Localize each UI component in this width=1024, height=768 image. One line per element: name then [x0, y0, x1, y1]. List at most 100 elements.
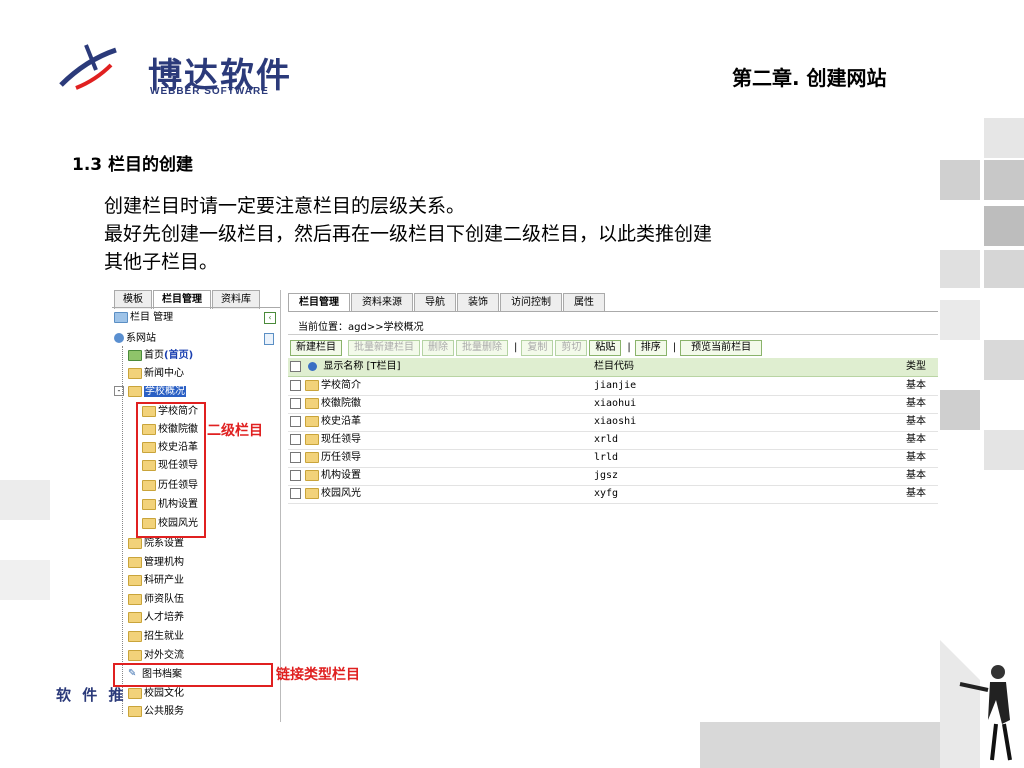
col-code[interactable]: 栏目代码 [594, 358, 634, 376]
right-panel-tabs: 栏目管理 资料来源 导航 装饰 访问控制 属性 [288, 293, 606, 312]
select-all-checkbox[interactable] [290, 360, 301, 372]
breadcrumb: 当前位置：agd>>学校概况 [298, 322, 424, 333]
tree-item-label: 师资队伍 [144, 594, 184, 605]
row-type: 基本 [906, 470, 926, 481]
tree-item[interactable]: 管理机构 [128, 555, 184, 571]
toolbar-separator: | [672, 342, 677, 353]
copy-button[interactable]: 复制 [521, 340, 554, 356]
tree-line-main [122, 346, 123, 714]
second-level-label: 二级栏目 [207, 423, 263, 439]
expand-icon[interactable]: - [114, 386, 124, 396]
toolbar: 新建栏目 批量新建栏目 删除 批量删除 | 复制 剪切 粘贴 | 排序 | 预览当前栏目 [290, 340, 764, 356]
tab-properties[interactable]: 属性 [563, 293, 605, 312]
row-checkbox[interactable] [290, 487, 301, 499]
tree-divider [280, 290, 281, 722]
tree-item-news[interactable]: 新闻中心 [128, 366, 184, 382]
table-row[interactable]: 校史沿革 xiaoshi 基本 [288, 413, 938, 432]
folder-icon [128, 537, 142, 549]
row-code: jianjie [594, 380, 637, 391]
row-checkbox[interactable] [290, 451, 301, 463]
tree-item[interactable]: 人才培养 [128, 610, 184, 626]
tree-item[interactable]: 师资队伍 [128, 592, 184, 608]
row-checkbox[interactable] [290, 379, 301, 391]
tree-item-label: 人才培养 [144, 612, 184, 623]
row-code: lrld [594, 452, 619, 463]
tab-data-source[interactable]: 资料来源 [351, 293, 413, 312]
cube-figure-illustration-icon [940, 640, 1012, 768]
folder-icon [128, 556, 142, 568]
row-name[interactable]: 机构设置 [321, 470, 361, 481]
folder-icon [305, 379, 319, 391]
preview-button[interactable]: 预览当前栏目 [680, 340, 763, 356]
tree-item[interactable]: 科研产业 [128, 573, 184, 589]
logo-swoosh-icon [59, 44, 117, 90]
tree-item[interactable]: 招生就业 [128, 629, 184, 645]
column-manage-icon [114, 311, 128, 323]
table-row[interactable]: 学校简介 jianjie 基本 [288, 377, 938, 396]
tree-item-school-overview[interactable]: - 学校概况 [114, 384, 186, 400]
page-icon[interactable] [264, 333, 274, 345]
section-title: 1.3 栏目的创建 [72, 155, 194, 175]
tree-item-label: 公共服务 [144, 706, 184, 717]
paste-button[interactable]: 粘贴 [589, 340, 622, 356]
tree-item-label: 对外交流 [144, 650, 184, 661]
tree-root[interactable]: 系网站 [114, 332, 278, 346]
row-checkbox[interactable] [290, 397, 301, 409]
tree-item-label: 管理机构 [144, 557, 184, 568]
tab-column-manage-right[interactable]: 栏目管理 [288, 293, 350, 312]
table-row[interactable]: 校园风光 xyfg 基本 [288, 485, 938, 504]
new-column-button[interactable]: 新建栏目 [290, 340, 342, 356]
cut-button[interactable]: 剪切 [555, 340, 588, 356]
table-row[interactable]: 现任领导 xrld 基本 [288, 431, 938, 450]
col-type[interactable]: 类型 [906, 358, 926, 376]
info-icon [308, 361, 318, 371]
tree-item[interactable]: 公共服务 [128, 704, 184, 720]
row-name[interactable]: 历任领导 [321, 452, 361, 463]
row-checkbox[interactable] [290, 433, 301, 445]
tree-item-label: 校园文化 [144, 688, 184, 699]
folder-icon [305, 451, 319, 463]
row-checkbox[interactable] [290, 469, 301, 481]
left-panel-header-label: 栏目 管理 [130, 312, 174, 323]
tab-decoration[interactable]: 装饰 [457, 293, 499, 312]
row-name[interactable]: 校史沿革 [321, 416, 361, 427]
instruction-text: 创建栏目时请一定要注意栏目的层级关系。 最好先创建一级栏目，然后再在一级栏目下创… [104, 192, 934, 276]
table-header: 显示名称 [T栏目] 栏目代码 类型 [288, 358, 938, 377]
folder-icon [305, 415, 319, 427]
row-code: jgsz [594, 470, 619, 481]
tree-item[interactable]: 校园文化 [128, 686, 184, 702]
toolbar-separator: | [627, 342, 631, 353]
folder-icon [128, 649, 142, 661]
link-type-label: 链接类型栏目 [276, 667, 360, 683]
tree-item[interactable]: 对外交流 [128, 648, 184, 664]
tab-navigation[interactable]: 导航 [414, 293, 456, 312]
instruction-line-2: 最好先创建一级栏目，然后再在一级栏目下创建二级栏目，以此类推创建 [104, 223, 713, 245]
batch-delete-button[interactable]: 批量删除 [456, 340, 508, 356]
tree-item-label: 招生就业 [144, 631, 184, 642]
row-name[interactable]: 学校简介 [321, 380, 361, 391]
table-row[interactable]: 机构设置 jgsz 基本 [288, 467, 938, 486]
collapse-icon[interactable]: ‹ [264, 312, 276, 324]
tree-item-extra: (首页) [164, 350, 194, 361]
sort-button[interactable]: 排序 [634, 340, 667, 356]
col-display-name[interactable]: 显示名称 [T栏目] [323, 361, 400, 372]
row-type: 基本 [906, 452, 926, 463]
logo-en-text: WEBBER SOFTWARE [150, 86, 269, 97]
row-name[interactable]: 校徽院徽 [321, 398, 361, 409]
batch-new-column-button[interactable]: 批量新建栏目 [348, 340, 420, 356]
tree-item-home[interactable]: 首页(首页) [128, 348, 193, 364]
table-row[interactable]: 校徽院徽 xiaohui 基本 [288, 395, 938, 414]
tree-item[interactable]: 院系设置 [128, 536, 184, 552]
delete-button[interactable]: 删除 [422, 340, 454, 356]
row-type: 基本 [906, 398, 926, 409]
folder-icon [128, 367, 142, 379]
tab-access-control[interactable]: 访问控制 [500, 293, 562, 312]
row-name[interactable]: 现任领导 [321, 434, 361, 445]
row-checkbox[interactable] [290, 415, 301, 427]
row-type: 基本 [906, 380, 926, 391]
row-name[interactable]: 校园风光 [321, 488, 361, 499]
website-icon [114, 333, 124, 343]
folder-icon [128, 630, 142, 642]
table-row[interactable]: 历任领导 lrld 基本 [288, 449, 938, 468]
chapter-title: 第二章. 创建网站 [732, 66, 887, 90]
